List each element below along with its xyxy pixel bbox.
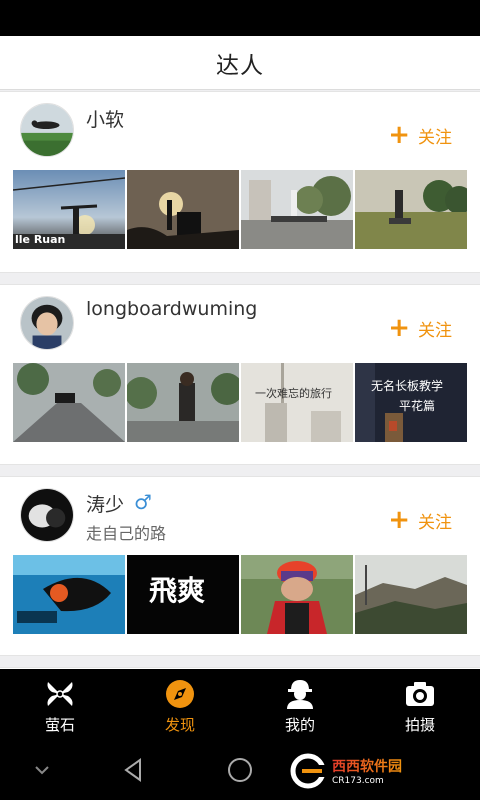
plus-icon: + bbox=[388, 505, 410, 535]
plus-icon: + bbox=[388, 313, 410, 343]
photo-thumbnail[interactable]: 无名长板教学 平花篇 bbox=[355, 363, 467, 442]
chevron-down-icon[interactable] bbox=[28, 756, 56, 784]
photo-thumbnail[interactable] bbox=[13, 555, 125, 634]
tab-discover[interactable]: 发现 bbox=[120, 669, 240, 738]
photo-thumbnail[interactable]: 飛爽 bbox=[127, 555, 239, 634]
header: 达人 bbox=[0, 36, 480, 90]
photo-thumbnail[interactable] bbox=[241, 555, 353, 634]
user-name[interactable]: 涛少 bbox=[86, 490, 124, 517]
tab-shoot[interactable]: 拍摄 bbox=[360, 669, 480, 738]
photo-thumbnail[interactable] bbox=[13, 363, 125, 442]
camera-icon bbox=[406, 682, 434, 706]
avatar[interactable] bbox=[20, 296, 74, 350]
user-icon bbox=[287, 680, 313, 709]
photo-thumbnail[interactable] bbox=[355, 555, 467, 634]
avatar[interactable] bbox=[20, 103, 74, 157]
photo-thumbnail[interactable] bbox=[241, 170, 353, 249]
tab-yingshi[interactable]: 萤石 bbox=[0, 669, 120, 738]
expert-feed[interactable]: 小软 + 关注 lle Ruan longboardwuming + 关注 一次… bbox=[0, 91, 480, 669]
status-bar bbox=[0, 0, 480, 36]
watermark-logo bbox=[290, 753, 326, 789]
photo-strip: 飛爽 bbox=[13, 555, 467, 634]
plus-icon: + bbox=[388, 120, 410, 150]
follow-button[interactable]: + 关注 bbox=[388, 507, 452, 533]
photo-strip: 一次难忘的旅行 无名长板教学 平花篇 bbox=[13, 363, 467, 442]
back-icon[interactable] bbox=[120, 756, 148, 784]
photo-thumbnail[interactable]: 一次难忘的旅行 bbox=[241, 363, 353, 442]
user-card[interactable]: 涛少 ♂ 走自己的路 + 关注 飛爽 bbox=[0, 476, 480, 656]
photo-thumbnail[interactable]: lle Ruan bbox=[13, 170, 125, 249]
tab-bar: 萤石 发现 我的 拍摄 bbox=[0, 669, 480, 738]
tab-mine[interactable]: 我的 bbox=[240, 669, 360, 738]
home-icon[interactable] bbox=[226, 756, 254, 784]
page-title: 达人 bbox=[216, 52, 264, 79]
watermark: 西西软件园 CR173.com bbox=[288, 750, 460, 792]
male-icon: ♂ bbox=[134, 490, 152, 514]
photo-thumbnail[interactable] bbox=[127, 170, 239, 249]
photo-thumbnail[interactable] bbox=[355, 170, 467, 249]
photo-strip: lle Ruan bbox=[13, 170, 467, 249]
avatar[interactable] bbox=[20, 488, 74, 542]
user-signature: 走自己的路 bbox=[86, 524, 167, 543]
follow-button[interactable]: + 关注 bbox=[388, 315, 452, 341]
user-card[interactable]: longboardwuming + 关注 一次难忘的旅行 无名长板教学 平花篇 bbox=[0, 284, 480, 465]
pinwheel-icon bbox=[47, 682, 73, 706]
compass-icon bbox=[166, 680, 194, 708]
user-name[interactable]: 小软 bbox=[86, 105, 124, 132]
user-name[interactable]: longboardwuming bbox=[86, 298, 257, 320]
user-card[interactable]: 小软 + 关注 lle Ruan bbox=[0, 91, 480, 273]
photo-thumbnail[interactable] bbox=[127, 363, 239, 442]
follow-button[interactable]: + 关注 bbox=[388, 122, 452, 148]
